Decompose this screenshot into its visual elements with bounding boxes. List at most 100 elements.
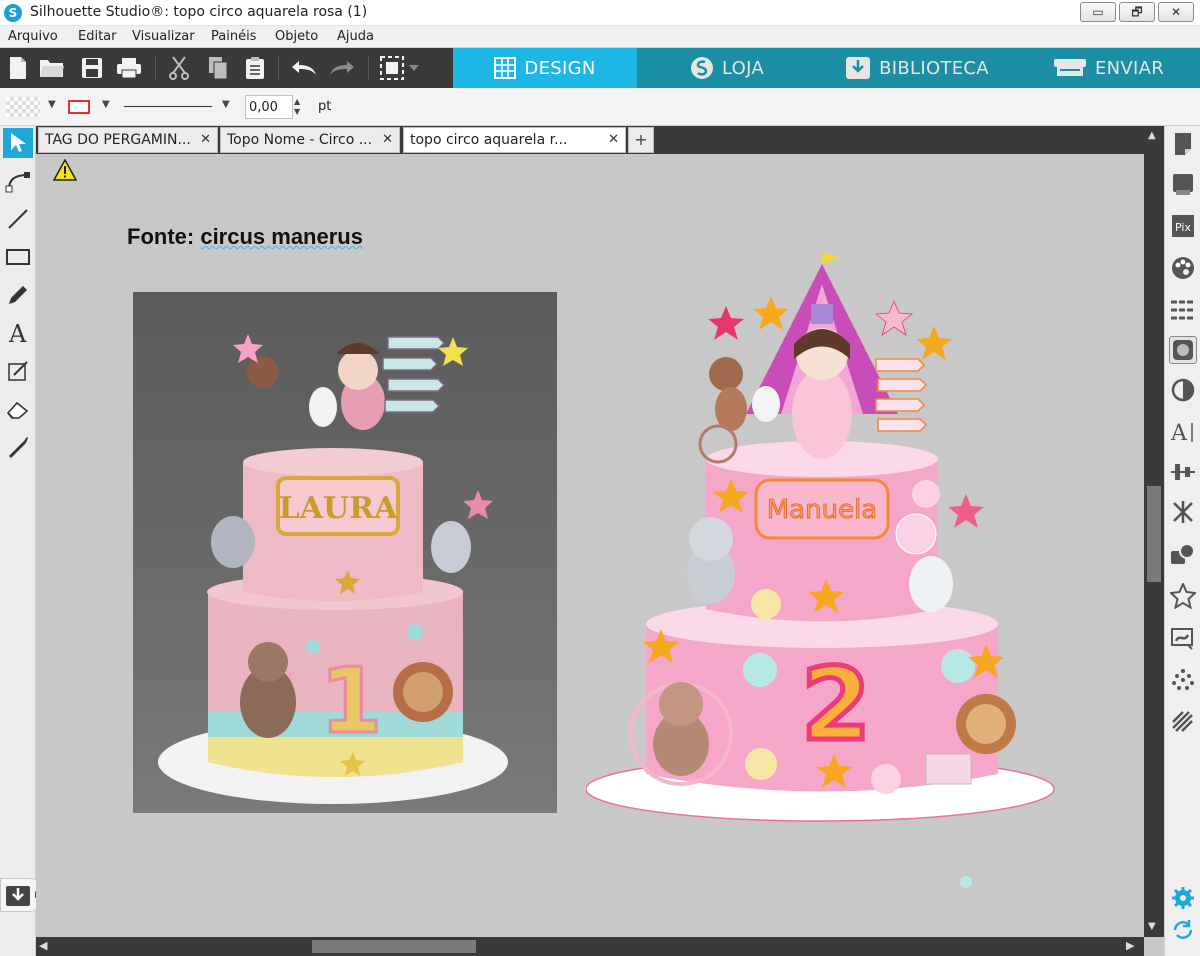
title-bar: S Silhouette Studio®: topo circo aquarel… bbox=[0, 0, 1200, 26]
undo-icon[interactable] bbox=[290, 54, 318, 82]
modify-icon[interactable] bbox=[1169, 540, 1197, 568]
app-logo: S bbox=[4, 4, 22, 22]
chevron-down-icon[interactable] bbox=[406, 54, 422, 82]
rhinestone-icon[interactable] bbox=[1169, 666, 1197, 694]
vertical-scrollbar[interactable]: ▲ ▼ bbox=[1144, 126, 1164, 937]
image-effects-icon[interactable] bbox=[1169, 336, 1197, 364]
trace-icon[interactable] bbox=[1169, 624, 1197, 652]
save-icon[interactable] bbox=[78, 54, 106, 82]
text-tool[interactable]: A bbox=[3, 318, 33, 348]
line-color-swatch[interactable] bbox=[68, 100, 90, 114]
menu-ajuda[interactable]: Ajuda bbox=[337, 29, 374, 44]
eraser-tool[interactable] bbox=[3, 394, 33, 424]
fill-color-icon[interactable] bbox=[1169, 254, 1197, 282]
photo-cake-name: LAURA bbox=[279, 491, 398, 526]
close-icon[interactable]: ✕ bbox=[382, 132, 393, 147]
vertical-scroll-thumb[interactable] bbox=[1147, 486, 1161, 582]
tab-library-label: BIBLIOTECA bbox=[879, 57, 989, 79]
horizontal-scroll-thumb[interactable] bbox=[312, 940, 476, 953]
menu-visualizar[interactable]: Visualizar bbox=[132, 29, 195, 44]
text-style-icon[interactable]: A bbox=[1169, 418, 1197, 446]
tab-store[interactable]: LOJA bbox=[637, 48, 817, 88]
tab-library[interactable]: BIBLIOTECA bbox=[817, 48, 1017, 88]
sketch-tool[interactable] bbox=[3, 356, 33, 386]
tab-document-3[interactable]: topo circo aquarela r... ✕ bbox=[403, 127, 626, 153]
menu-objeto[interactable]: Objeto bbox=[275, 29, 318, 44]
scroll-down-icon[interactable]: ▼ bbox=[1148, 921, 1156, 932]
select-page-icon[interactable] bbox=[378, 54, 406, 82]
line-width-input[interactable]: 0,00 bbox=[245, 95, 293, 119]
tab-design[interactable]: DESIGN bbox=[453, 48, 637, 88]
sketch-pen-icon bbox=[8, 361, 28, 381]
knife-icon bbox=[9, 437, 28, 458]
scroll-left-icon[interactable]: ◀ bbox=[39, 939, 47, 952]
line-tool[interactable] bbox=[3, 204, 33, 234]
tab-label: topo circo aquarela r... bbox=[410, 132, 568, 148]
chevron-down-icon[interactable]: ▼ bbox=[222, 99, 230, 110]
replicate-icon[interactable] bbox=[1169, 498, 1197, 526]
download-icon bbox=[6, 886, 30, 906]
settings-gear-icon[interactable] bbox=[1169, 884, 1197, 912]
menu-arquivo[interactable]: Arquivo bbox=[8, 29, 58, 44]
registration-marks-icon[interactable] bbox=[1169, 170, 1197, 198]
eraser-icon bbox=[6, 401, 29, 419]
font-note-text[interactable]: Fonte: circus manerus bbox=[127, 224, 363, 250]
line-style-preview[interactable] bbox=[124, 106, 212, 107]
svg-text:A: A bbox=[8, 321, 27, 345]
menu-paineis[interactable]: Painéis bbox=[211, 29, 256, 44]
tab-send[interactable]: ENVIAR bbox=[1017, 48, 1200, 88]
align-icon[interactable] bbox=[1169, 458, 1197, 486]
tab-design-label: DESIGN bbox=[524, 57, 596, 79]
chevron-down-icon[interactable]: ▼ bbox=[48, 99, 56, 110]
tab-document-2[interactable]: Topo Nome - Circo ... ✕ bbox=[220, 127, 400, 153]
transparency-icon[interactable] bbox=[1169, 376, 1197, 404]
print-icon[interactable] bbox=[115, 54, 143, 82]
line-width-stepper[interactable]: ▲ ▼ bbox=[294, 97, 300, 117]
edit-points-tool[interactable] bbox=[3, 166, 33, 196]
toolbar-separator bbox=[278, 56, 279, 80]
reference-cake-photo[interactable]: LAURA 1 bbox=[133, 292, 557, 813]
paste-icon[interactable] bbox=[241, 54, 269, 82]
right-panel-toolbar: Pix A bbox=[1164, 126, 1200, 956]
draw-tool[interactable] bbox=[3, 280, 33, 310]
copy-icon[interactable] bbox=[204, 54, 232, 82]
warning-icon[interactable] bbox=[53, 159, 77, 181]
cut-icon[interactable] bbox=[165, 54, 193, 82]
redo-icon[interactable] bbox=[328, 54, 356, 82]
chevron-down-icon[interactable]: ▼ bbox=[102, 99, 110, 110]
open-folder-icon[interactable] bbox=[38, 54, 66, 82]
horizontal-scrollbar[interactable]: ◀ ▶ bbox=[36, 937, 1144, 956]
add-tab-button[interactable]: + bbox=[628, 127, 654, 153]
refresh-icon[interactable] bbox=[1169, 916, 1197, 944]
scroll-right-icon[interactable]: ▶ bbox=[1126, 939, 1134, 952]
pencil-icon bbox=[9, 286, 27, 304]
scroll-up-icon[interactable]: ▲ bbox=[1148, 130, 1156, 141]
line-style-icon[interactable] bbox=[1169, 296, 1197, 324]
rectangle-tool[interactable] bbox=[3, 242, 33, 272]
minimize-button[interactable]: ▭ bbox=[1080, 2, 1116, 22]
new-file-icon[interactable] bbox=[4, 54, 32, 82]
cake-design-artwork[interactable]: Manuela 2 bbox=[585, 252, 1061, 888]
sketch-icon[interactable] bbox=[1169, 708, 1197, 736]
design-canvas[interactable]: Fonte: circus manerus LAURA 1 Manuela 2 bbox=[36, 154, 1144, 937]
properties-bar: ▼ ▼ ▼ 0,00 ▲ ▼ pt bbox=[0, 88, 1200, 126]
page-setup-icon[interactable] bbox=[1169, 130, 1197, 158]
close-icon[interactable]: ✕ bbox=[200, 132, 211, 147]
design-cake-number: 2 bbox=[801, 646, 871, 763]
tab-send-label: ENVIAR bbox=[1094, 57, 1165, 79]
tab-document-1[interactable]: TAG DO PERGAMIN... ✕ bbox=[38, 127, 218, 153]
tab-store-label: LOJA bbox=[721, 57, 765, 79]
rectangle-icon bbox=[6, 249, 30, 265]
tool-box: A ▶ bbox=[0, 126, 46, 956]
fill-color-swatch[interactable] bbox=[6, 97, 40, 117]
close-icon[interactable]: ✕ bbox=[608, 132, 619, 147]
menu-editar[interactable]: Editar bbox=[78, 29, 117, 44]
knife-tool[interactable] bbox=[3, 432, 33, 462]
close-button[interactable]: ✕ bbox=[1158, 2, 1194, 22]
pixscan-icon[interactable]: Pix bbox=[1169, 212, 1197, 240]
stray-dot[interactable] bbox=[958, 874, 974, 890]
maximize-button[interactable]: 🗗 bbox=[1119, 2, 1155, 22]
window-title: Silhouette Studio®: topo circo aquarela … bbox=[30, 4, 368, 20]
select-tool[interactable] bbox=[3, 128, 33, 158]
library-shapes-icon[interactable] bbox=[1169, 582, 1197, 610]
